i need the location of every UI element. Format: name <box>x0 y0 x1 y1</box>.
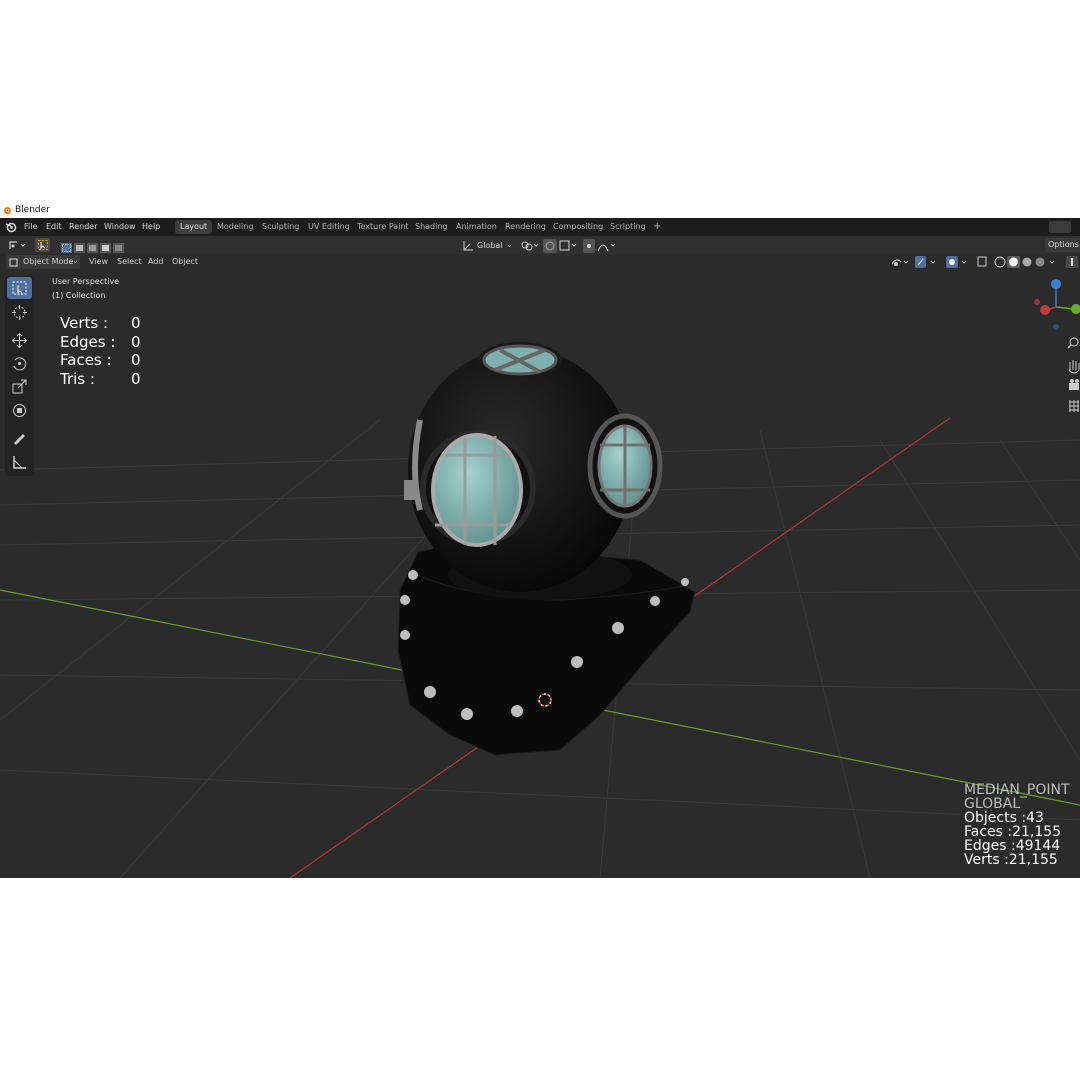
menu-render[interactable]: Render <box>69 222 97 231</box>
add-workspace-button[interactable]: + <box>648 220 666 234</box>
select-cursor-icon <box>38 240 48 250</box>
blender-menu-icon[interactable] <box>5 221 17 233</box>
stat-verts: Verts : 0 <box>60 314 141 333</box>
stat-value: 0 <box>131 314 141 332</box>
options-button[interactable]: Options <box>1045 238 1080 252</box>
tab-uv-editing[interactable]: UV Editing <box>303 220 355 234</box>
transform-tool[interactable] <box>7 399 32 421</box>
viewport-3d-scene[interactable] <box>0 270 1080 878</box>
scene-stats: MEDIAN_POINT GLOBAL Objects :43 Faces :2… <box>964 783 1070 867</box>
tool-settings-header: Global ⌄ Options <box>0 236 1080 254</box>
faces-count: Faces :21,155 <box>964 824 1062 840</box>
menu-view[interactable]: View <box>89 257 108 266</box>
selection-mode-icons <box>61 243 124 253</box>
edges-count: Edges :49144 <box>964 838 1061 854</box>
transform-icon <box>13 404 26 417</box>
chevron-down-icon: ⌄ <box>72 256 79 265</box>
scale-icon <box>12 379 27 394</box>
select-box-tool[interactable] <box>7 277 32 299</box>
mode-dropdown[interactable]: Object Mode ⌄ <box>6 255 80 269</box>
tab-animation[interactable]: Animation <box>451 220 502 234</box>
stat-label: Tris : <box>60 369 95 388</box>
stat-label: Edges : <box>60 332 116 351</box>
viewport-display-controls[interactable] <box>890 256 1080 268</box>
stat-value: 0 <box>131 332 141 351</box>
measure-tool[interactable] <box>7 451 32 473</box>
transform-pivot-icon[interactable] <box>8 240 26 250</box>
select-box-icon <box>12 281 27 295</box>
window-title: Blender <box>15 205 50 215</box>
object-mode-icon <box>9 258 18 267</box>
menu-edit[interactable]: Edit <box>46 222 62 231</box>
tab-texture-paint[interactable]: Texture Paint <box>352 220 414 234</box>
tab-sculpting[interactable]: Sculpting <box>257 220 304 234</box>
zoom-icon <box>1067 337 1079 349</box>
grid-icon <box>1069 400 1079 412</box>
window-titlebar: Blender <box>0 202 1080 218</box>
tab-layout[interactable]: Layout <box>175 220 213 234</box>
stat-tris: Tris : 0 <box>60 369 141 389</box>
snap-toggle[interactable] <box>543 238 579 253</box>
magnet-icon <box>543 239 577 253</box>
move-tool[interactable] <box>7 329 32 351</box>
tab-scripting[interactable]: Scripting <box>605 220 651 234</box>
verts-count: Verts :21,155 <box>964 852 1058 868</box>
proportional-editing-toggle[interactable] <box>583 238 619 253</box>
orientation-label: GLOBAL <box>964 796 1021 812</box>
tab-shading[interactable]: Shading <box>410 220 453 234</box>
rotate-icon <box>13 357 27 371</box>
tool-shelf <box>5 276 34 476</box>
annotate-icon <box>14 434 25 445</box>
menu-help[interactable]: Help <box>142 222 160 231</box>
scale-tool[interactable] <box>7 375 32 397</box>
blender-app: File Edit Render Window Help Layout Mode… <box>0 218 1080 878</box>
blender-logo-icon <box>4 207 11 214</box>
tab-rendering[interactable]: Rendering <box>500 220 551 234</box>
cursor-icon <box>12 305 27 320</box>
options-label: Options <box>1048 240 1079 249</box>
stat-faces: Faces : 0 <box>60 351 141 370</box>
tab-compositing[interactable]: Compositing <box>548 220 608 234</box>
measure-icon <box>13 456 26 469</box>
select-tool-indicator[interactable] <box>35 238 50 252</box>
stat-edges: Edges : 0 <box>60 332 141 352</box>
menu-object[interactable]: Object <box>172 257 198 266</box>
stat-value: 0 <box>131 351 141 369</box>
pivot-mode-label: MEDIAN_POINT <box>964 782 1070 798</box>
stat-label: Faces : <box>60 351 112 369</box>
scene-selector[interactable] <box>1049 221 1071 233</box>
stat-value: 0 <box>131 369 141 388</box>
viewport-navigation-buttons[interactable] <box>1066 336 1080 414</box>
view-perspective-label: User Perspective <box>52 277 120 286</box>
collection-label: (1) Collection <box>52 291 106 300</box>
pivot-point-icon[interactable] <box>520 240 540 251</box>
move-icon <box>12 333 27 348</box>
tab-modeling[interactable]: Modeling <box>212 220 258 234</box>
proportional-falloff-icon <box>583 239 616 253</box>
stat-label: Verts : <box>60 314 109 332</box>
viewport-header: Object Mode ⌄ View Select Add Object <box>0 254 1080 270</box>
top-menu-bar: File Edit Render Window Help Layout Mode… <box>0 218 1080 236</box>
mode-label: Object Mode <box>23 257 74 266</box>
rotate-tool[interactable] <box>7 352 32 374</box>
menu-file[interactable]: File <box>24 222 37 231</box>
annotate-tool[interactable] <box>7 427 32 449</box>
objects-count: Objects :43 <box>964 810 1044 826</box>
camera-icon <box>1069 379 1079 390</box>
selection-mode-buttons[interactable] <box>60 239 126 253</box>
selection-stats: Verts : 0 Edges : 0 Faces : 0 Tris : 0 <box>60 314 141 389</box>
orientation-axes-icon <box>463 241 473 251</box>
chevron-down-icon: ⌄ <box>506 240 513 249</box>
cursor-tool[interactable] <box>7 301 32 323</box>
menu-select[interactable]: Select <box>117 257 142 266</box>
orientation-dropdown[interactable]: Global <box>477 241 503 250</box>
menu-window[interactable]: Window <box>104 222 136 231</box>
hand-icon <box>1068 360 1080 374</box>
menu-add[interactable]: Add <box>148 257 164 266</box>
